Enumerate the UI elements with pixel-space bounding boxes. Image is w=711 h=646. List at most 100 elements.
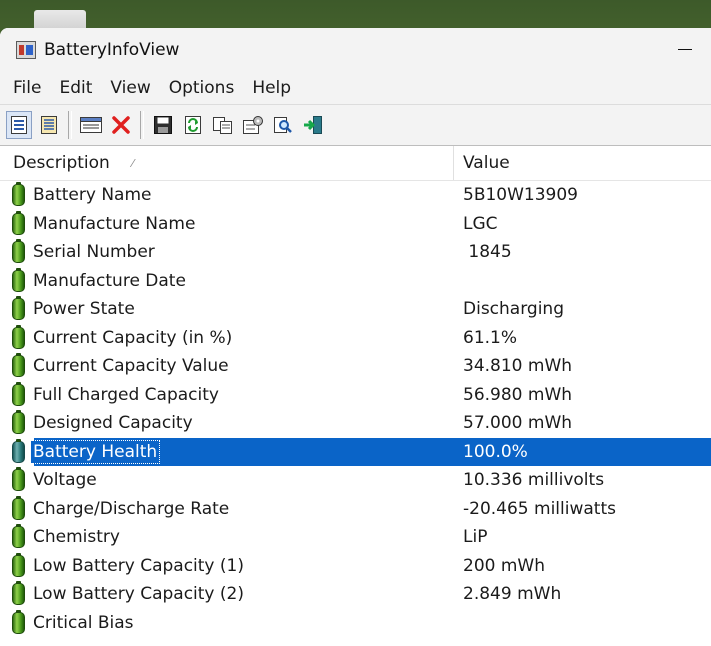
html-report-button[interactable] bbox=[78, 111, 104, 139]
table-row[interactable]: Current Capacity Value 34.810 mWh bbox=[0, 352, 711, 381]
row-description-cell: Critical Bias bbox=[0, 609, 453, 634]
refresh-button[interactable] bbox=[180, 111, 206, 139]
battery-icon bbox=[12, 552, 25, 577]
table-row[interactable]: Charge/Discharge Rate -20.465 milliwatts bbox=[0, 495, 711, 524]
row-description: Chemistry bbox=[33, 527, 120, 548]
column-header-value[interactable]: Value bbox=[454, 153, 510, 173]
find-icon bbox=[274, 117, 292, 133]
battery-icon bbox=[12, 410, 25, 435]
list-mode-button[interactable] bbox=[36, 111, 62, 139]
menu-options[interactable]: Options bbox=[160, 78, 244, 98]
row-description-cell: Voltage bbox=[0, 467, 453, 492]
row-description-cell: Chemistry bbox=[0, 524, 453, 549]
table-row[interactable]: Critical Bias bbox=[0, 609, 711, 638]
minimize-button[interactable] bbox=[677, 40, 693, 58]
row-description-cell: Current Capacity Value bbox=[0, 353, 453, 378]
table-row[interactable]: Current Capacity (in %) 61.1% bbox=[0, 324, 711, 353]
table-row[interactable]: Manufacture Name LGC bbox=[0, 210, 711, 239]
table-row[interactable]: Battery Health 100.0% bbox=[0, 437, 711, 466]
view-mode-icon bbox=[11, 116, 27, 134]
battery-icon bbox=[12, 609, 25, 634]
row-description-cell: Battery Name bbox=[0, 182, 453, 207]
title-bar: BatteryInfoView bbox=[0, 28, 711, 72]
row-value: 56.980 mWh bbox=[463, 384, 573, 405]
menu-help[interactable]: Help bbox=[243, 78, 300, 98]
table-row[interactable]: Chemistry LiP bbox=[0, 523, 711, 552]
copy-icon bbox=[213, 117, 232, 134]
battery-icon bbox=[12, 381, 25, 406]
row-value: LiP bbox=[463, 527, 488, 548]
row-description: Serial Number bbox=[33, 242, 155, 263]
row-description: Current Capacity Value bbox=[33, 356, 229, 377]
row-description: Charge/Discharge Rate bbox=[33, 498, 230, 519]
table-row[interactable]: Serial Number 1845 bbox=[0, 238, 711, 267]
row-value: 5B10W13909 bbox=[463, 185, 578, 206]
table-row[interactable]: Designed Capacity 57.000 mWh bbox=[0, 409, 711, 438]
menu-view[interactable]: View bbox=[101, 78, 159, 98]
row-description: Battery Health bbox=[29, 439, 161, 464]
table-row[interactable]: Full Charged Capacity 56.980 mWh bbox=[0, 381, 711, 410]
row-value: 200 mWh bbox=[463, 555, 545, 576]
row-description: Designed Capacity bbox=[33, 413, 193, 434]
menu-bar: File Edit View Options Help bbox=[0, 72, 711, 104]
row-value: LGC bbox=[463, 213, 498, 234]
table-row[interactable]: Power State Discharging bbox=[0, 295, 711, 324]
menu-edit[interactable]: Edit bbox=[50, 78, 101, 98]
table-row[interactable]: Manufacture Date bbox=[0, 267, 711, 296]
list-mode-icon bbox=[41, 116, 57, 134]
table-row[interactable]: Low Battery Capacity (1) 200 mWh bbox=[0, 552, 711, 581]
toolbar-separator bbox=[68, 111, 72, 139]
toolbar bbox=[0, 104, 711, 146]
row-description: Battery Name bbox=[33, 185, 152, 206]
properties-icon bbox=[243, 116, 263, 134]
row-value: Discharging bbox=[463, 299, 564, 320]
battery-icon bbox=[12, 267, 25, 292]
save-icon bbox=[154, 116, 172, 134]
toolbar-separator bbox=[140, 111, 144, 139]
battery-icon bbox=[12, 210, 25, 235]
row-description: Low Battery Capacity (2) bbox=[33, 584, 244, 605]
battery-icon bbox=[12, 239, 25, 264]
row-value: 61.1% bbox=[463, 327, 518, 348]
column-header-description[interactable]: Description ⁄ bbox=[0, 153, 453, 173]
battery-icon bbox=[12, 581, 25, 606]
row-description-cell: Low Battery Capacity (2) bbox=[0, 581, 453, 606]
table-row[interactable]: Voltage 10.336 millivolts bbox=[0, 466, 711, 495]
save-button[interactable] bbox=[150, 111, 176, 139]
properties-button[interactable] bbox=[240, 111, 266, 139]
battery-icon bbox=[12, 182, 25, 207]
row-value: 1845 bbox=[463, 242, 512, 263]
column-header: Description ⁄ Value bbox=[0, 146, 711, 181]
row-description-cell: Manufacture Date bbox=[0, 267, 453, 292]
refresh-icon bbox=[185, 116, 201, 134]
row-description-cell: Serial Number bbox=[0, 239, 453, 264]
row-description-cell: Charge/Discharge Rate bbox=[0, 495, 453, 520]
copy-button[interactable] bbox=[210, 111, 236, 139]
view-mode-button[interactable] bbox=[6, 111, 32, 139]
battery-icon bbox=[12, 296, 25, 321]
battery-icon bbox=[12, 353, 25, 378]
row-description-cell: Battery Health bbox=[0, 438, 453, 464]
table-row[interactable]: Battery Name 5B10W13909 bbox=[0, 181, 711, 210]
battery-icon bbox=[12, 438, 25, 463]
row-description-cell: Power State bbox=[0, 296, 453, 321]
battery-icon bbox=[12, 324, 25, 349]
find-button[interactable] bbox=[270, 111, 296, 139]
battery-icon bbox=[12, 467, 25, 492]
row-description: Voltage bbox=[33, 470, 97, 491]
exit-button[interactable] bbox=[300, 111, 326, 139]
row-value: 100.0% bbox=[463, 441, 528, 462]
delete-button[interactable] bbox=[108, 111, 134, 139]
row-value: 57.000 mWh bbox=[463, 413, 573, 434]
row-description: Manufacture Date bbox=[33, 270, 186, 291]
window-title: BatteryInfoView bbox=[44, 40, 180, 60]
row-value: -20.465 milliwatts bbox=[463, 498, 616, 519]
table-row[interactable]: Low Battery Capacity (2) 2.849 mWh bbox=[0, 580, 711, 609]
sort-indicator-icon: ⁄ bbox=[131, 156, 134, 170]
row-description: Critical Bias bbox=[33, 612, 134, 633]
row-description: Full Charged Capacity bbox=[33, 384, 219, 405]
row-description: Current Capacity (in %) bbox=[33, 327, 233, 348]
row-description: Low Battery Capacity (1) bbox=[33, 555, 244, 576]
column-header-description-label: Description bbox=[13, 153, 110, 173]
menu-file[interactable]: File bbox=[4, 78, 50, 98]
